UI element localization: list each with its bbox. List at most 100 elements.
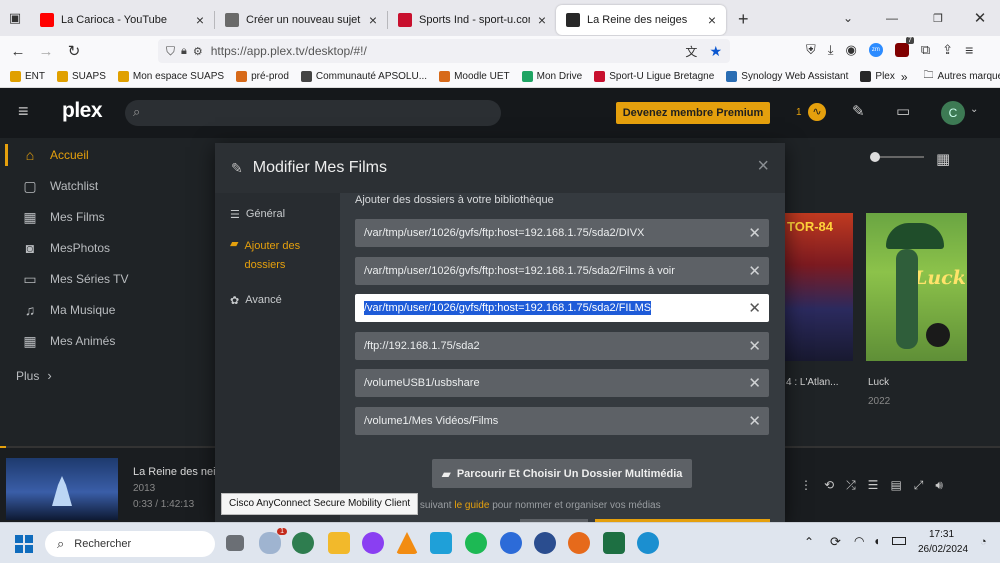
- modal-tab[interactable]: ▰ Ajouter des dossiers: [230, 237, 325, 275]
- folder-path-text[interactable]: /var/tmp/user/1026/gvfs/ftp:host=192.168…: [364, 301, 652, 315]
- cisco-anyconnect-icon[interactable]: [292, 532, 314, 554]
- notifications-icon[interactable]: ◔: [980, 536, 987, 548]
- folder-path-field[interactable]: /volumeUSB1/usbshare ✕: [355, 369, 769, 397]
- bookmark-item[interactable]: Synology Web Assistant: [720, 71, 854, 82]
- plex-logo[interactable]: plex: [62, 99, 103, 123]
- forward-arrow-icon[interactable]: →: [32, 43, 60, 60]
- avatar[interactable]: C: [941, 101, 965, 125]
- tray-sync-icon[interactable]: ⟳: [830, 534, 841, 550]
- windows-start-icon[interactable]: [15, 535, 33, 553]
- bookmark-item[interactable]: Sport-U Ligue Bretagne: [588, 71, 720, 82]
- browser-tab[interactable]: Créer un nouveau sujet - NAS-F ×: [215, 5, 387, 35]
- equalizer-icon[interactable]: ☰: [868, 478, 879, 493]
- queue-icon[interactable]: ▤: [890, 478, 901, 493]
- card-title[interactable]: 4 : L'Atlan...: [786, 377, 839, 388]
- activity-pulse-icon[interactable]: ∿: [808, 103, 826, 121]
- sidebar-item[interactable]: ▭ Mes Séries TV: [0, 264, 200, 294]
- repeat-icon[interactable]: ⟲: [824, 478, 834, 493]
- remove-folder-icon[interactable]: ✕: [748, 337, 761, 355]
- tab-close-icon[interactable]: ×: [538, 12, 546, 28]
- weather-icon[interactable]: 1: [259, 528, 287, 554]
- menu-hamburger-icon[interactable]: ≡: [965, 42, 973, 58]
- bookmark-item[interactable]: Mon espace SUAPS: [112, 71, 230, 82]
- messenger-icon[interactable]: [362, 532, 384, 554]
- modal-tab[interactable]: ✿ Avancé: [230, 291, 325, 310]
- folder-path-text[interactable]: /volume1/Mes Vidéos/Films: [364, 415, 498, 427]
- remove-folder-icon[interactable]: ✕: [748, 224, 761, 242]
- tab-close-icon[interactable]: ×: [369, 12, 377, 28]
- ublock-icon[interactable]: 7: [894, 37, 914, 57]
- sidebar-item[interactable]: ▦ Mes Animés: [0, 326, 200, 356]
- folder-path-text[interactable]: /var/tmp/user/1026/gvfs/ftp:host=192.168…: [364, 227, 644, 239]
- browser-tab[interactable]: La Carioca - YouTube ×: [30, 5, 214, 35]
- bookmark-star-icon[interactable]: ★: [709, 43, 722, 60]
- url-text[interactable]: https://app.plex.tv/desktop/#!/: [211, 44, 686, 58]
- modal-close-icon[interactable]: ×: [757, 155, 769, 178]
- remove-folder-icon[interactable]: ✕: [748, 374, 761, 392]
- search-input[interactable]: ⌕: [125, 100, 501, 126]
- folder-path-field[interactable]: /ftp://192.168.1.75/sda2 ✕: [355, 331, 769, 360]
- downloads-icon[interactable]: ⤓: [828, 42, 834, 58]
- translate-icon[interactable]: 文: [685, 43, 697, 60]
- browser-tab[interactable]: Sports Ind - sport-u.com ×: [388, 5, 556, 35]
- extension-zoom-icon[interactable]: zm: [868, 43, 883, 57]
- sidebar-item[interactable]: ◙ MesPhotos: [0, 233, 200, 263]
- tab-overflow-chevron-icon[interactable]: ⌄: [828, 11, 868, 25]
- bookmark-item[interactable]: ENT: [4, 71, 51, 82]
- bookmark-item[interactable]: pré-prod: [230, 71, 295, 82]
- tab-close-icon[interactable]: ×: [708, 12, 716, 28]
- now-playing-thumbnail[interactable]: [6, 458, 118, 520]
- folder-path-text[interactable]: /ftp://192.168.1.75/sda2: [364, 340, 480, 352]
- bookmark-item[interactable]: SUAPS: [51, 71, 112, 82]
- poster-card[interactable]: TOR-84: [785, 213, 853, 361]
- settings-wrench-icon[interactable]: ✎: [852, 102, 865, 120]
- poster-card-luck[interactable]: Luck: [866, 213, 967, 361]
- folder-path-field[interactable]: /volume1/Mes Vidéos/Films ✕: [355, 406, 769, 435]
- bookmark-item[interactable]: Communauté APSOLU...: [295, 71, 433, 82]
- spotify-icon[interactable]: [465, 532, 487, 554]
- sidebar-item[interactable]: ⌂ Accueil: [0, 140, 200, 170]
- close-window-icon[interactable]: ✕: [960, 9, 1000, 27]
- fullscreen-icon[interactable]: ⤢: [914, 478, 924, 493]
- modal-tab[interactable]: ☰ Général: [230, 205, 325, 224]
- guide-link[interactable]: le guide: [454, 500, 489, 511]
- bookmarks-overflow-icon[interactable]: »: [901, 70, 908, 84]
- card-title[interactable]: Luck: [868, 377, 889, 388]
- new-tab-button[interactable]: +: [738, 9, 749, 30]
- sidebar-more[interactable]: Plus ›: [16, 368, 52, 383]
- bookmark-item[interactable]: Plex: [854, 71, 900, 82]
- edge-dev-icon[interactable]: [534, 532, 556, 554]
- clock-time[interactable]: 17:31: [929, 529, 954, 540]
- remote-app-icon[interactable]: [430, 532, 452, 554]
- premium-button[interactable]: Devenez membre Premium: [616, 102, 770, 124]
- sidebar-item[interactable]: ♫ Ma Musique: [0, 295, 200, 325]
- browse-folder-button[interactable]: ▰ Parcourir Et Choisir Un Dossier Multim…: [432, 459, 692, 488]
- folder-path-text[interactable]: /var/tmp/user/1026/gvfs/ftp:host=192.168…: [364, 265, 675, 277]
- lock-icon[interactable]: 🔒︎: [181, 45, 187, 58]
- hamburger-menu-icon[interactable]: ≡: [18, 101, 29, 122]
- minimize-window-icon[interactable]: —: [868, 11, 916, 25]
- firefox-icon[interactable]: [568, 532, 590, 554]
- pocket-icon[interactable]: ⛨: [806, 42, 816, 58]
- clock-date[interactable]: 26/02/2024: [918, 544, 968, 555]
- extensions-icon[interactable]: ⧉: [921, 42, 930, 58]
- remove-folder-icon[interactable]: ✕: [748, 262, 761, 280]
- remove-folder-icon[interactable]: ✕: [748, 299, 761, 317]
- share-icon[interactable]: ⇪: [942, 42, 953, 58]
- tab-close-icon[interactable]: ×: [196, 12, 204, 28]
- tab-list-icon[interactable]: ▣: [0, 10, 30, 26]
- address-bar[interactable]: ⛉ 🔒︎ ⚙ https://app.plex.tv/desktop/#!/ 文…: [158, 39, 730, 63]
- bookmark-item[interactable]: Mon Drive: [516, 71, 589, 82]
- volume-icon[interactable]: ◖: [873, 534, 880, 548]
- shuffle-icon[interactable]: ⤮: [846, 478, 856, 493]
- zoom-slider-handle[interactable]: [870, 152, 880, 162]
- tray-chevron-up-icon[interactable]: ⌃: [804, 535, 814, 549]
- file-explorer-icon[interactable]: [328, 532, 350, 554]
- folder-path-text[interactable]: /volumeUSB1/usbshare: [364, 377, 480, 389]
- more-icon[interactable]: ⋮: [800, 478, 812, 493]
- edge-icon[interactable]: [637, 532, 659, 554]
- folder-path-field[interactable]: /var/tmp/user/1026/gvfs/ftp:host=192.168…: [355, 294, 769, 322]
- other-bookmarks[interactable]: 🗀︎ Autres marque-pages: [918, 68, 1000, 85]
- wifi-icon[interactable]: ◠: [854, 534, 864, 548]
- back-arrow-icon[interactable]: ←: [4, 43, 32, 60]
